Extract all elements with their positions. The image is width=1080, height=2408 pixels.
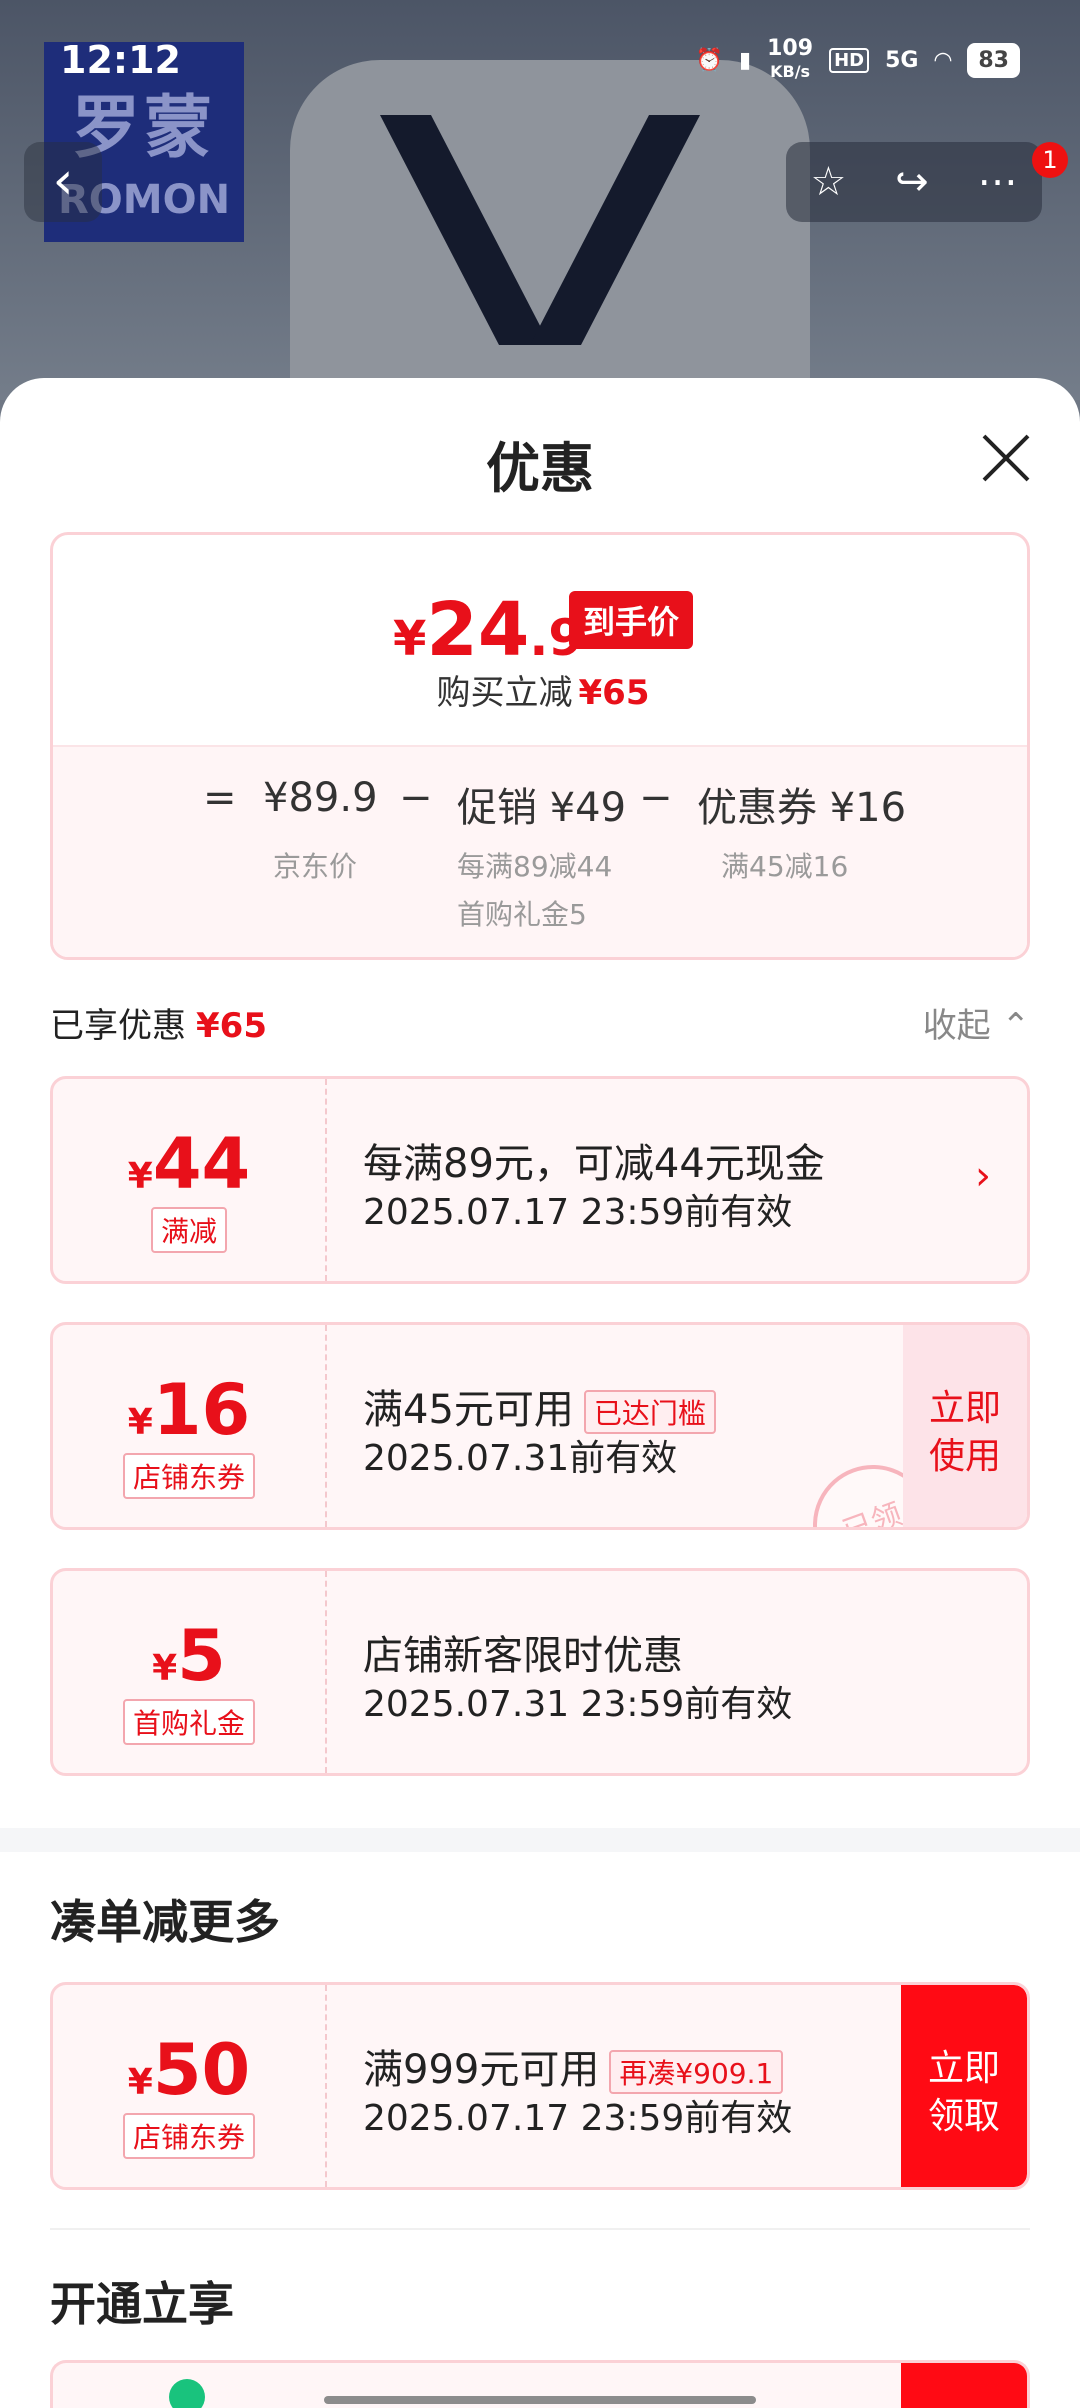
promo-sub: 每满89减44: [457, 850, 613, 883]
save-line: 购买立减 ¥65: [436, 673, 650, 713]
home-indicator[interactable]: [324, 2396, 756, 2404]
discount-sheet: 优惠 ¥24.9 到手价 购买立减 ¥65 = ¥89.9 − 促销 ¥49 − …: [0, 378, 1080, 2408]
action-bar: ☆ ↪ ⋯: [786, 142, 1042, 222]
signal-icon: 5G: [885, 48, 919, 73]
collar-shape: [380, 115, 700, 345]
coupon-card: ¥16 店铺东券 满45元可用 已达门槛 2025.07.31前有效 已领 立即使…: [50, 1322, 1030, 1530]
equals-sign: =: [203, 775, 237, 821]
chevron-up-icon: ⌃: [1001, 1006, 1031, 1046]
alarm-icon: ⏰: [695, 48, 724, 73]
jd-price-label: 京东价: [273, 850, 358, 883]
battery-icon: 83: [967, 43, 1020, 78]
coupon-amount: ¥44: [127, 1123, 251, 1205]
coupon-desc: 满45元可用 已达门槛: [363, 1377, 716, 1435]
coupon-amount: ¥50: [127, 2029, 251, 2111]
add-more-tag: 再凑¥909.1: [609, 2050, 784, 2094]
action-button[interactable]: [901, 2363, 1027, 2408]
claim-now-button[interactable]: 立即领取: [901, 1985, 1027, 2187]
final-price: ¥24.9: [393, 587, 584, 673]
close-icon[interactable]: [976, 428, 1036, 488]
coupon-desc: 满999元可用 再凑¥909.1: [363, 2037, 784, 2095]
enjoyed-discount: 已享优惠 ¥65: [50, 1006, 267, 1046]
coupon-kind: 店铺东券: [122, 2113, 255, 2159]
final-price-tag: 到手价: [569, 591, 694, 649]
coupon-expiry: 2025.07.31 23:59前有效: [363, 1684, 793, 1725]
section-title: 凑单减更多: [50, 1895, 280, 1949]
coupon-card: ¥50 店铺东券 满999元可用 再凑¥909.1 2025.07.17 23:5…: [50, 1982, 1030, 2190]
coupon-expiry: 2025.07.17 23:59前有效: [363, 1192, 793, 1233]
member-icon: [169, 2379, 205, 2408]
hd-icon: HD: [829, 48, 870, 73]
back-button[interactable]: ‹: [24, 142, 102, 222]
coupon-kind: 满减: [150, 1207, 227, 1253]
coupon-amount: ¥5: [152, 1615, 226, 1697]
promo-amount: 促销 ¥49: [457, 785, 627, 831]
coupon-amount: 优惠券 ¥16: [697, 785, 907, 831]
chevron-right-icon[interactable]: ›: [975, 1153, 991, 1199]
jd-price: ¥89.9: [263, 775, 378, 821]
wifi-icon: ◠: [934, 48, 952, 73]
coupon-expiry: 2025.07.31前有效: [363, 1438, 678, 1479]
more-icon[interactable]: ⋯: [978, 159, 1018, 205]
coupon-kind: 店铺东券: [122, 1453, 255, 1499]
coupon-desc: 店铺新客限时优惠: [363, 1633, 683, 1679]
share-icon[interactable]: ↪: [895, 159, 929, 205]
coupon-desc: 每满89元，可减44元现金: [363, 1141, 825, 1187]
coupon-card: ¥5 首购礼金 店铺新客限时优惠 2025.07.31 23:59前有效: [50, 1568, 1030, 1776]
net-speed: 109 KB/s: [767, 36, 814, 82]
chevron-left-icon: ‹: [52, 151, 74, 211]
notification-badge: 1: [1032, 142, 1068, 178]
promo-sub: 首购礼金5: [457, 898, 587, 931]
section-title: 开通立享: [50, 2277, 234, 2331]
section-divider: [0, 1828, 1080, 1852]
minus-sign: −: [399, 775, 433, 821]
sheet-title: 优惠: [486, 437, 594, 500]
coupon-expiry: 2025.07.17 23:59前有效: [363, 2098, 793, 2139]
divider-line: [50, 2228, 1030, 2230]
minus-sign: −: [639, 775, 673, 821]
coupon-card[interactable]: ¥44 满减 每满89元，可减44元现金 2025.07.17 23:59前有效…: [50, 1076, 1030, 1284]
price-breakdown: ¥24.9 到手价 购买立减 ¥65 = ¥89.9 − 促销 ¥49 − 优惠券…: [50, 532, 1030, 960]
status-time: 12:12: [60, 38, 181, 82]
coupon-amount: ¥16: [127, 1369, 251, 1451]
star-icon[interactable]: ☆: [810, 159, 846, 205]
vibrate-icon: ▮: [739, 48, 752, 73]
collapse-button[interactable]: 收起 ⌃: [923, 998, 1030, 1047]
coupon-sub: 满45减16: [721, 850, 849, 883]
threshold-tag: 已达门槛: [583, 1390, 716, 1434]
use-now-button[interactable]: 立即使用: [903, 1325, 1027, 1527]
coupon-kind: 首购礼金: [122, 1699, 255, 1745]
status-bar: 12:12 ⏰ ▮ 109 KB/s HD 5G ◠ 83: [0, 0, 1080, 120]
